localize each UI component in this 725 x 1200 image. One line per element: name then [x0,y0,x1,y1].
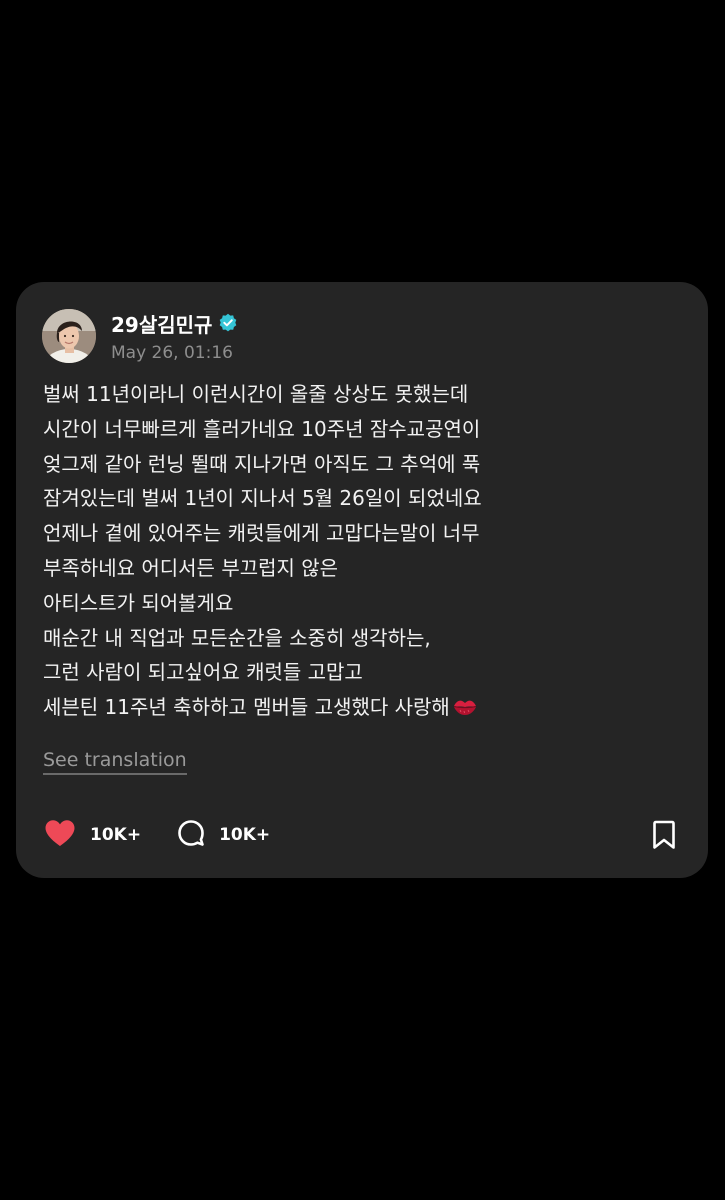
like-count: 10K+ [90,825,142,845]
username-row: 29살김민규 [111,309,238,337]
username[interactable]: 29살김민규 [111,309,212,338]
verified-badge-icon [218,313,238,333]
body-line-text: 세븐틴 11주년 축하하고 멤버들 고생했다 사랑해 [43,695,450,720]
body-line: 잠겨있는데 벌써 1년이 지나서 5월 26일이 되었네요 [43,486,482,511]
post-card: 29살김민규 May 26, 01:16 벌써 11년이라니 이런시간이 올줄 … [16,282,708,878]
body-line: 시간이 너무빠르게 흘러가네요 10주년 잠수교공연이 [43,416,481,441]
body-line: 엊그제 같아 런닝 뛸때 지나가면 아직도 그 추억에 푹 [43,451,481,476]
body-line: 아티스트가 되어볼게요 [43,590,234,615]
comment-count: 10K+ [219,825,271,845]
post-body: 벌써 11년이라니 이런시간이 올줄 상상도 못했는데 시간이 너무빠르게 흘러… [43,377,683,725]
comment-button[interactable]: 10K+ [177,819,270,851]
action-bar: 10K+ 10K+ [44,818,306,852]
body-line-last: 세븐틴 11주년 축하하고 멤버들 고생했다 사랑해 [43,690,683,725]
body-line: 매순간 내 직업과 모든순간을 소중히 생각하는, [43,625,431,650]
bookmark-icon [653,820,675,849]
comment-bubble-icon [177,819,205,851]
heart-icon [44,819,76,851]
body-line: 그런 사람이 되고싶어요 캐럿들 고맙고 [43,660,363,685]
body-line: 벌써 11년이라니 이런시간이 올줄 상상도 못했는데 [43,382,469,406]
bookmark-button[interactable] [650,820,678,850]
kiss-mark-icon [452,694,478,716]
body-line: 언제나 곁에 있어주는 캐럿들에게 고맙다는말이 너무 [43,521,480,546]
avatar[interactable] [42,309,96,363]
see-translation-link[interactable]: See translation [43,749,187,775]
body-line: 부족하네요 어디서든 부끄럽지 않은 [43,555,339,580]
like-button[interactable]: 10K+ [44,819,141,851]
post-timestamp: May 26, 01:16 [111,343,233,363]
